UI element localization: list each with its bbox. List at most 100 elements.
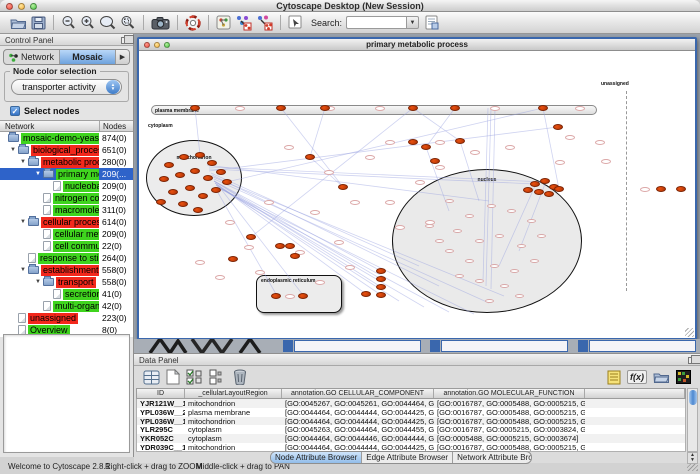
network-node[interactable]	[676, 186, 686, 192]
tree-row[interactable]: nucleobase-209(0)	[0, 180, 133, 192]
network-overview-icon[interactable]	[216, 15, 231, 30]
network-node[interactable]	[408, 139, 418, 145]
tab-edge-attribute-browser[interactable]: Edge Attribute Browser	[362, 452, 453, 463]
network-node[interactable]	[185, 185, 195, 191]
network-node[interactable]	[207, 160, 217, 166]
float-panel-icon[interactable]	[121, 37, 129, 44]
birds-eye-view[interactable]	[3, 334, 130, 453]
tree-row[interactable]: ▼establishment of lo558(0)	[0, 264, 133, 276]
tree-row[interactable]: mosaic-demo-yeast874(0)	[0, 132, 133, 144]
table-cell[interactable]: cytoplasm	[185, 434, 282, 443]
background-window[interactable]	[441, 340, 568, 352]
tree-row[interactable]: nitrogen compo209(0)	[0, 192, 133, 204]
tree-row[interactable]: ▼biological_process651(0)	[0, 144, 133, 156]
network-window-resize-grip[interactable]	[685, 328, 694, 337]
save-session-icon[interactable]	[31, 16, 46, 30]
network-node[interactable]	[285, 243, 295, 249]
network-node[interactable]	[538, 105, 548, 111]
network-canvas[interactable]: plasma membrane cytoplasm mitochondrion …	[139, 51, 695, 338]
network-node[interactable]	[408, 105, 418, 111]
network-node[interactable]	[156, 199, 166, 205]
network-node[interactable]	[523, 187, 533, 193]
layout-icon-b[interactable]	[256, 15, 273, 31]
expander-icon[interactable]: ▼	[18, 219, 28, 225]
tree-row-label[interactable]: transport	[56, 277, 96, 288]
tree-row[interactable]: macromolecule311(0)	[0, 204, 133, 216]
expander-icon[interactable]: ▼	[33, 171, 43, 177]
column-header[interactable]: annotation.GO MOLECULAR_FUNCTION	[434, 389, 585, 398]
tree-col-nodes[interactable]: Nodes	[99, 121, 133, 131]
zoom-selected-icon[interactable]	[120, 15, 136, 30]
network-node[interactable]	[376, 292, 386, 298]
network-node[interactable]	[195, 152, 205, 158]
table-cell[interactable]: YJR121W__1	[137, 399, 185, 408]
open-file-icon[interactable]	[10, 16, 27, 30]
layout-icon-a[interactable]	[235, 15, 252, 31]
column-header[interactable]: annotation.GO CELLULAR_COMPONENT	[282, 389, 434, 398]
table-cell[interactable]: [GO:0016787, GO:0005488, GO:0005215, G..…	[434, 417, 585, 426]
table-cell[interactable]: mitochondrion	[185, 417, 282, 426]
expander-icon[interactable]: ▼	[18, 159, 28, 165]
tree-row[interactable]: cellular metabo209(0)	[0, 228, 133, 240]
import-attributes-icon[interactable]	[653, 371, 670, 384]
table-cell[interactable]: YPL036W__1	[137, 417, 185, 426]
help-icon[interactable]	[185, 15, 201, 31]
table-cell[interactable]: [GO:0016787, GO:0005488, GO:0005215, G..…	[434, 408, 585, 417]
tree-row-label[interactable]: biological_process	[31, 145, 109, 156]
table-cell[interactable]: [GO:0016787, GO:0005215, GO:0003824, G..…	[434, 425, 585, 434]
network-window-titlebar[interactable]: primary metabolic process	[139, 39, 695, 51]
table-cell[interactable]: [GO:0045267, GO:0045261, GO:0044464, G..…	[282, 399, 434, 408]
function-builder-icon[interactable]: f(x)	[627, 370, 647, 384]
table-cell[interactable]: YLR295C	[137, 425, 185, 434]
tree-row-label[interactable]: unassigned	[28, 313, 78, 324]
float-data-panel-icon[interactable]	[688, 357, 696, 364]
network-node[interactable]	[338, 184, 348, 190]
network-node[interactable]	[455, 138, 465, 144]
tree-row[interactable]: unassigned223(0)	[0, 312, 133, 324]
network-node[interactable]	[298, 293, 308, 299]
import-table-icon[interactable]	[425, 15, 439, 30]
background-window-tab[interactable]	[283, 340, 293, 352]
scrollbar-arrows[interactable]: ▲▼	[687, 452, 698, 464]
table-scrollbar[interactable]	[687, 388, 698, 452]
expander-icon[interactable]: ▼	[8, 147, 18, 153]
table-cell[interactable]: [GO:0016787, GO:0005488, GO:0005215, G..…	[434, 399, 585, 408]
network-node[interactable]	[203, 175, 213, 181]
network-node[interactable]	[450, 105, 460, 111]
network-node[interactable]	[222, 179, 232, 185]
zoom-out-icon[interactable]	[61, 15, 76, 30]
network-node[interactable]	[198, 193, 208, 199]
table-row[interactable]: YLR295Ccytoplasm[GO:0045263, GO:0044464,…	[137, 425, 685, 434]
snapshot-icon[interactable]	[151, 16, 170, 30]
tree-row[interactable]: cell communicat22(0)	[0, 240, 133, 252]
network-node[interactable]	[175, 172, 185, 178]
tree-row[interactable]: ▼transport558(0)	[0, 276, 133, 288]
table-cell[interactable]: YKR052C	[137, 434, 185, 443]
zoom-in-icon[interactable]	[80, 15, 95, 30]
tab-overflow-icon[interactable]: ▶	[116, 50, 129, 64]
table-cell[interactable]: YPL036W__2	[137, 408, 185, 417]
background-window[interactable]	[294, 340, 421, 352]
column-header[interactable]: ID	[137, 389, 185, 398]
tree-row[interactable]: response to stimulu264(0)	[0, 252, 133, 264]
network-node[interactable]	[554, 186, 564, 192]
network-node[interactable]	[376, 268, 386, 274]
tab-network-attribute-browser[interactable]: Network Attribute Browser	[453, 452, 532, 463]
network-node[interactable]	[421, 144, 431, 150]
tree-row[interactable]: ▼cellular process614(0)	[0, 216, 133, 228]
network-node[interactable]	[164, 162, 174, 168]
network-node[interactable]	[179, 154, 189, 160]
table-cell[interactable]: mitochondrion	[185, 399, 282, 408]
table-row[interactable]: YJR121W__1mitochondrion[GO:0045267, GO:0…	[137, 399, 685, 408]
network-node[interactable]	[276, 105, 286, 111]
table-cell[interactable]: [GO:0044464, GO:0044446, GO:0044444, G..…	[282, 434, 434, 443]
expander-icon[interactable]: ▼	[33, 279, 43, 285]
tree-row-label[interactable]: secretion	[63, 289, 104, 300]
tree-col-network[interactable]: Network	[0, 121, 99, 131]
tree-row[interactable]: ▼primary metabo209(...	[0, 168, 133, 180]
network-node[interactable]	[190, 105, 200, 111]
unselect-attributes-icon[interactable]	[209, 369, 222, 385]
tree-row[interactable]: secretion41(0)	[0, 288, 133, 300]
network-node[interactable]	[211, 187, 221, 193]
select-nodes-checkbox[interactable]: ✓	[10, 106, 20, 116]
